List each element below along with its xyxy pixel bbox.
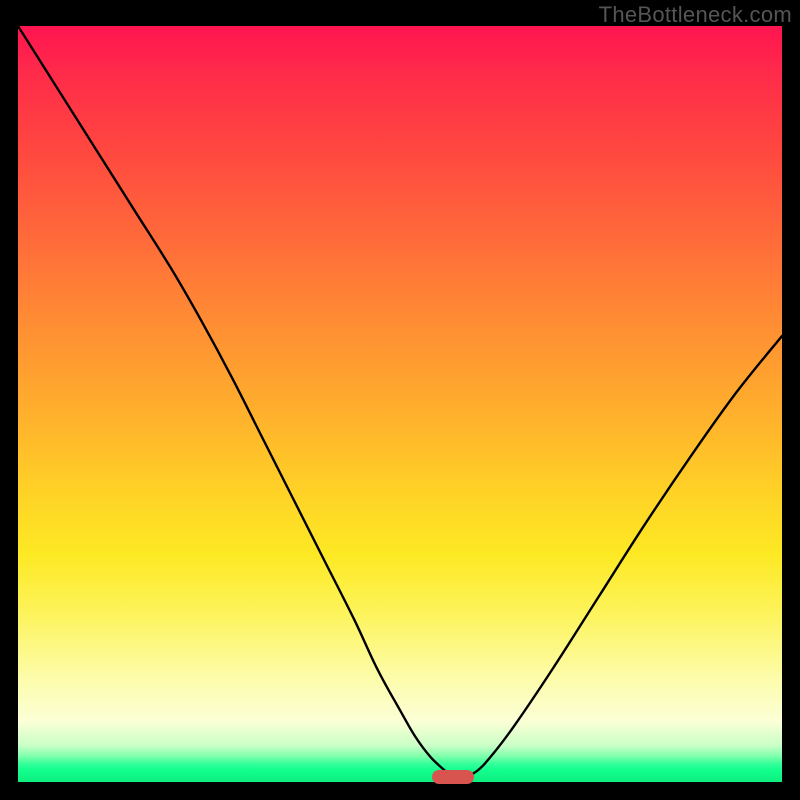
bottleneck-curve	[18, 26, 782, 782]
chart-frame: TheBottleneck.com	[0, 0, 800, 800]
watermark-label: TheBottleneck.com	[599, 2, 792, 28]
plot-area	[18, 26, 782, 782]
minimum-marker	[432, 770, 474, 784]
